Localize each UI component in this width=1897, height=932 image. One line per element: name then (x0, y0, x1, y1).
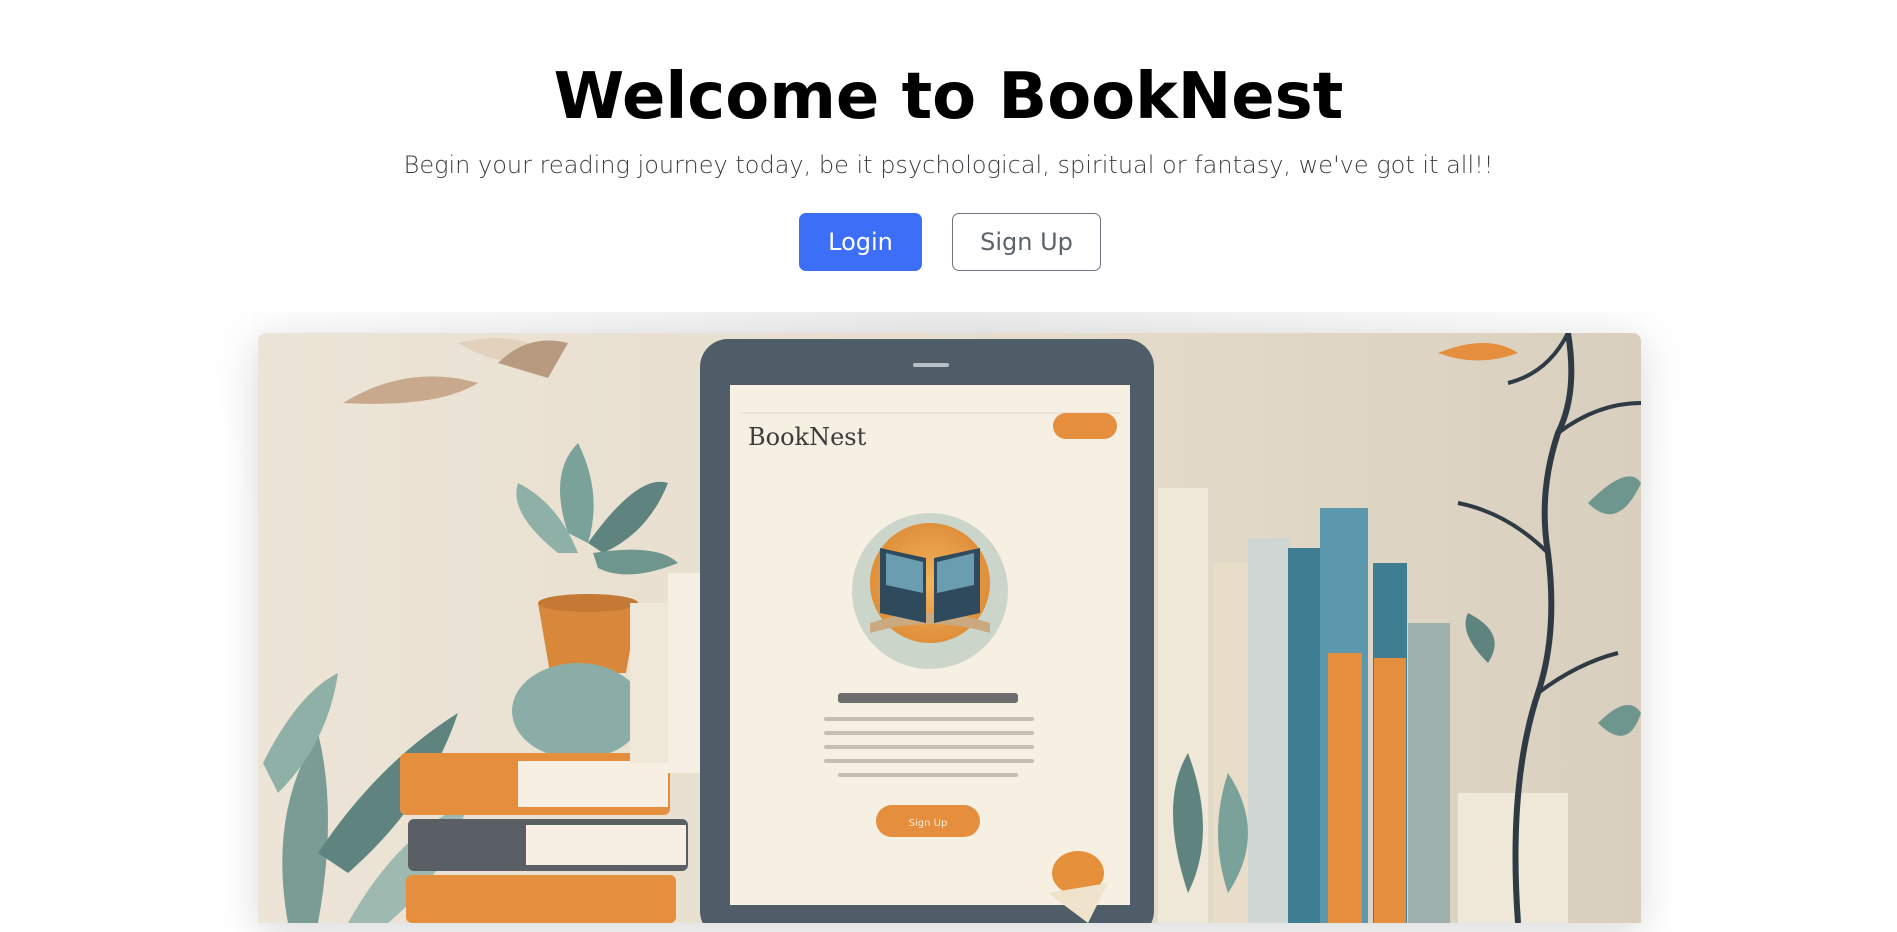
action-buttons: Login Sign Up (0, 213, 1897, 273)
signup-button[interactable]: Sign Up (952, 213, 1101, 271)
tablet-cta: Sign Up (909, 818, 948, 829)
hero-illustration: BookNest Sign Up (258, 333, 1641, 923)
login-button[interactable]: Login (799, 213, 922, 271)
page-title: Welcome to BookNest (553, 60, 1344, 134)
hero-subtitle: Begin your reading journey today, be it … (403, 151, 1494, 179)
tablet-brand: BookNest (748, 423, 867, 451)
